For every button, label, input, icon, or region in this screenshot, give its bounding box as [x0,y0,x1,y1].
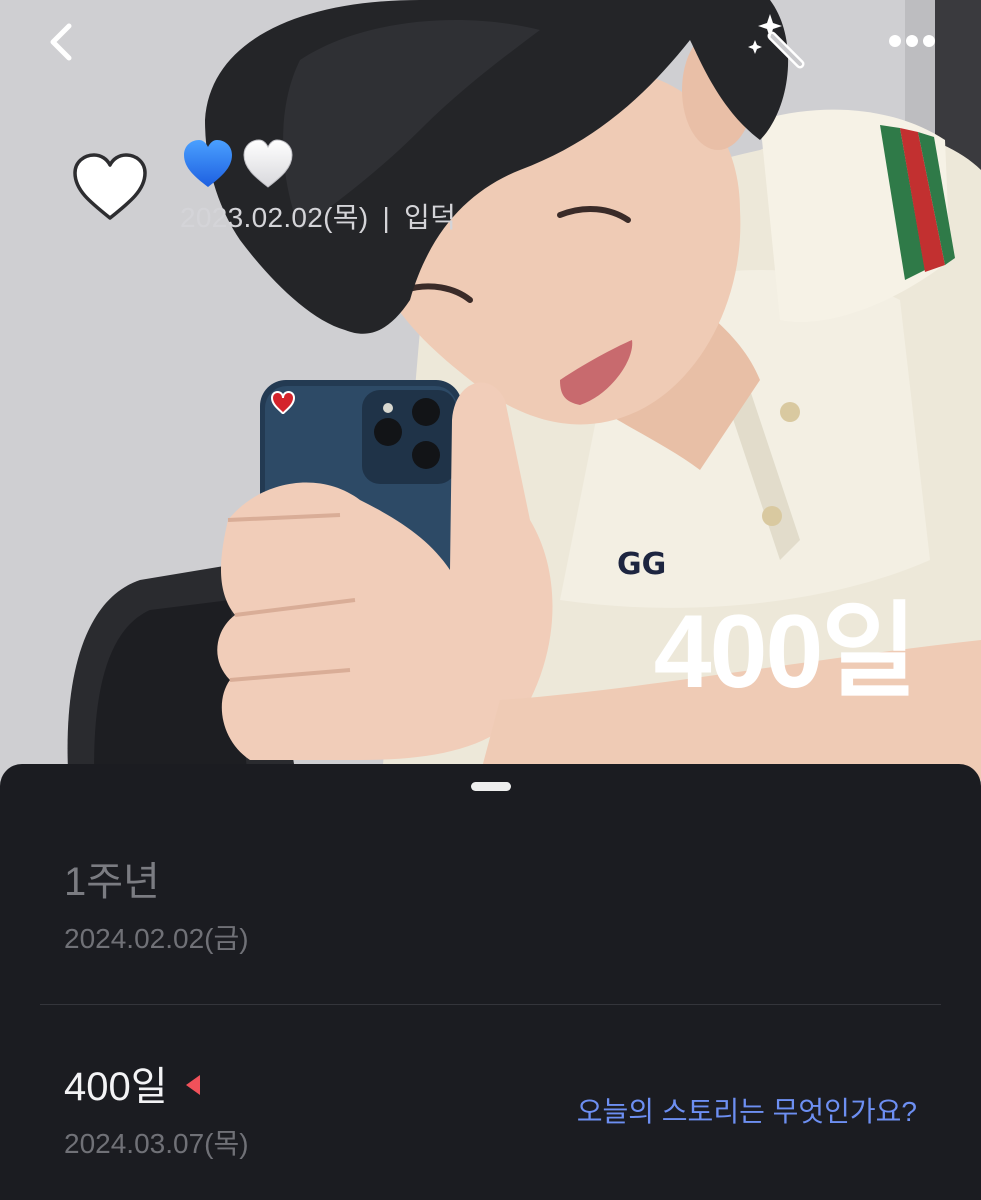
blue-white-heart-emoji-icon [184,139,293,188]
milestone-date: 2024.03.07(목) [64,1128,249,1159]
magic-wand-icon [748,14,805,69]
story-prompt-link[interactable]: 오늘의 스토리는 무엇인가요? [577,1090,917,1130]
entry-separator: | [382,202,391,233]
milestone-date: 2024.02.02(금) [64,923,249,954]
white-heart-outline-icon [73,153,147,220]
svg-text:GG: GG [617,547,666,582]
milestone-item[interactable]: 1주년 2024.02.02(금) [64,859,249,957]
entry-label: 입덕 [404,202,457,233]
emoji-hearts [182,137,300,191]
day-count: 400일 [653,594,917,710]
milestone-item-today[interactable]: 400일 2024.03.07(목) [64,1064,249,1162]
milestone-title: 1주년 [64,860,160,904]
today-marker-icon [185,1075,200,1096]
entry-date: 2023.02.02(목) [180,202,369,233]
sheet-grabber[interactable] [471,782,511,791]
chevron-left-icon [50,23,72,61]
favorite-heart-icon[interactable] [70,150,150,224]
milestone-title-row: 400일 [64,1064,249,1110]
divider [40,1004,941,1005]
more-options-button[interactable] [880,14,944,66]
entry-date-line: 2023.02.02(목) | 입덕 [180,196,456,236]
ellipsis-icon [889,35,935,47]
app-screen: GG 2023.02.02(목) | 입덕 400일 1주년 2024.02.0… [0,0,981,1200]
back-button[interactable] [36,14,92,70]
bottom-sheet: 1주년 2024.02.02(금) 400일 2024.03.07(목) 오늘의… [0,764,981,1200]
milestone-title: 400일 [64,1065,168,1109]
magic-edit-button[interactable] [746,10,810,74]
